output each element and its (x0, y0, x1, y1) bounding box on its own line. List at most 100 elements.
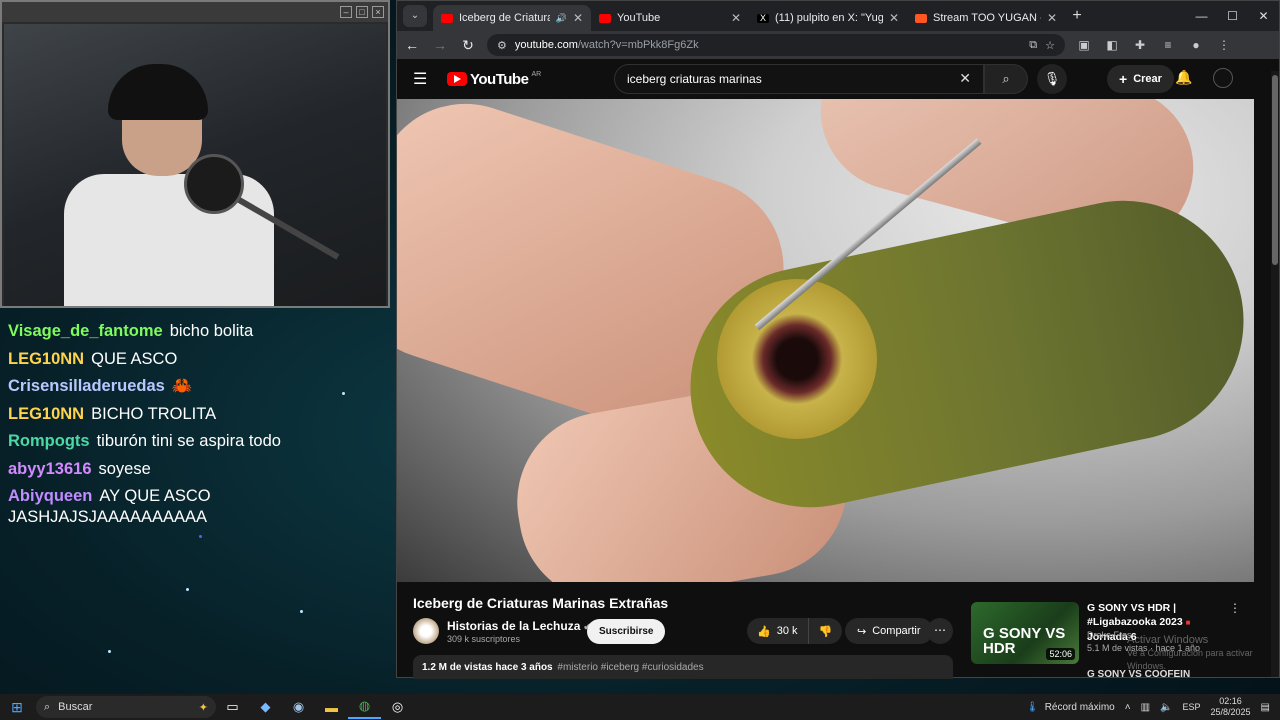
browser-menu-icon[interactable]: ⋮ (1215, 38, 1233, 52)
chrome-icon[interactable]: ◍ (348, 695, 381, 719)
create-button[interactable]: + Crear (1107, 65, 1174, 93)
webcam-overlay: – □ × (0, 0, 390, 308)
clock[interactable]: 02:16 25/8/2025 (1211, 696, 1251, 718)
stream-chat: Visage_de_fantome bicho bolita LEG10NN QUE… (8, 318, 388, 527)
related-video-title[interactable]: G SONY VS COOFEIN (1087, 669, 1190, 680)
extension-icon[interactable]: ▣ (1075, 38, 1093, 52)
notification-center-icon[interactable]: ▤ (1261, 702, 1270, 713)
youtube-favicon-icon (441, 13, 453, 23)
video-player[interactable] (397, 99, 1254, 582)
page-scrollbar[interactable] (1271, 71, 1279, 677)
language-indicator[interactable]: ESP (1182, 702, 1200, 712)
close-tab-icon[interactable]: ✕ (889, 11, 899, 25)
volume-icon[interactable]: 🔈 (1160, 702, 1172, 713)
file-explorer-icon[interactable]: ▬ (315, 700, 348, 715)
address-bar: ← → ↻ ⚙ youtube.com/watch?v=mbPkk8Fg6Zk … (397, 31, 1279, 59)
tab-youtube[interactable]: YouTube ✕ (591, 5, 749, 31)
create-label: Crear (1133, 73, 1162, 85)
plus-icon: + (1119, 71, 1128, 87)
copilot-icon[interactable]: ◆ (249, 699, 282, 715)
chat-username: LEG10NN (8, 404, 85, 423)
more-actions-button[interactable]: ⋯ (927, 618, 953, 644)
translate-icon[interactable]: ◧ (1103, 38, 1121, 52)
bookmark-star-icon[interactable]: ☆ (1045, 39, 1055, 52)
like-dislike-group: 👍 30 k 👎 (747, 618, 843, 644)
windows-start-icon[interactable]: ⊞ (2, 699, 32, 716)
chat-username: Visage_de_fantome (8, 322, 163, 340)
channel-name[interactable]: Historias de la Lechuza✔ (447, 619, 592, 633)
tab-x-post[interactable]: X (11) pulpito en X: "Yugi en un s ✕ (749, 5, 907, 31)
youtube-wordmark: YouTube (470, 70, 529, 88)
minimize-button[interactable]: — (1186, 1, 1217, 31)
profile-avatar-icon[interactable]: ● (1187, 38, 1205, 52)
webcam-titlebar: – □ × (2, 2, 388, 22)
share-arrow-icon: ↪ (857, 625, 867, 638)
chat-text: soyese (98, 459, 151, 478)
install-app-icon[interactable]: ⧉ (1029, 39, 1037, 52)
dislike-button[interactable]: 👎 (809, 625, 843, 638)
chat-message: abyy13616 soyese (8, 456, 388, 484)
media-control-icon[interactable]: ≡ (1159, 38, 1177, 52)
chat-username: Crisensilladeruedas (8, 377, 165, 395)
task-view-icon[interactable]: ▭ (216, 699, 249, 715)
puzzle-icon[interactable]: ✚ (1131, 38, 1149, 52)
related-title-text: G SONY VS HDR | #Ligabazooka 2023 (1087, 602, 1183, 628)
youtube-header: ☰ YouTube AR iceberg criaturas marinas ✕… (397, 59, 1279, 99)
description-box[interactable]: 1.2 M de vistas hace 3 años #misterio #i… (413, 655, 953, 679)
like-button[interactable]: 👍 30 k (747, 618, 809, 644)
related-video-thumbnail[interactable]: G SONY VS HDR 52:06 (971, 602, 1079, 664)
youtube-logo[interactable]: YouTube AR (447, 71, 541, 88)
forward-arrow-icon[interactable]: → (431, 37, 449, 53)
voice-search-button[interactable]: 🎙 (1037, 64, 1067, 94)
clock-date: 25/8/2025 (1210, 707, 1251, 717)
reload-icon[interactable]: ↻ (459, 37, 477, 54)
chat-text: QUE ASCO (91, 349, 178, 368)
search-value: iceberg criaturas marinas (627, 72, 762, 86)
network-icon[interactable]: ▥ (1141, 702, 1150, 713)
maximize-button[interactable]: ☐ (1217, 1, 1248, 31)
close-tab-icon[interactable]: ✕ (731, 11, 741, 25)
hashtags[interactable]: #misterio #iceberg #curiosidades (557, 662, 703, 673)
site-info-icon[interactable]: ⚙ (497, 39, 507, 52)
chat-message: Visage_de_fantome bicho bolita (8, 318, 388, 346)
background-star (300, 610, 303, 613)
channel-avatar[interactable] (413, 618, 439, 644)
tab-iceberg[interactable]: Iceberg de Criaturas Marinas 🔊 ✕ (433, 5, 591, 31)
search-button[interactable]: ⌕ (984, 64, 1028, 94)
chat-message: LEG10NN BICHO TROLITA (8, 401, 388, 429)
chat-username: Abiyqueen (8, 487, 93, 505)
share-button[interactable]: ↪ Compartir (845, 618, 933, 644)
taskbar-search[interactable]: ⌕ Buscar ✦ (36, 696, 216, 718)
subscriber-count: 309 k suscriptores (447, 634, 521, 644)
webcam-close-button[interactable]: × (372, 6, 384, 18)
webcam-minimize-button[interactable]: – (340, 6, 352, 18)
close-window-button[interactable]: ✕ (1248, 1, 1279, 31)
tab-title: Iceberg de Criaturas Marinas (459, 12, 550, 24)
related-channel-name[interactable]: Drake Fres (1087, 630, 1132, 640)
obs-icon[interactable]: ◎ (381, 699, 414, 715)
speaker-icon[interactable]: 🔊 (556, 13, 567, 24)
tab-search-button[interactable]: ⌄ (403, 5, 427, 27)
subscribe-button[interactable]: Suscribirse (587, 619, 666, 644)
thermometer-icon: 🌡 (1026, 701, 1039, 713)
notifications-bell-icon[interactable]: 🔔 (1175, 69, 1192, 86)
webcam-maximize-button[interactable]: □ (356, 6, 368, 18)
search-input[interactable]: iceberg criaturas marinas ✕ (614, 64, 984, 94)
clear-search-icon[interactable]: ✕ (959, 70, 971, 87)
close-tab-icon[interactable]: ✕ (1047, 11, 1057, 25)
new-tab-button[interactable]: + (1065, 7, 1089, 25)
back-arrow-icon[interactable]: ← (403, 37, 421, 53)
weather-widget[interactable]: 🌡 Récord máximo (1026, 702, 1115, 713)
tray-expand-icon[interactable]: ˄ (1125, 702, 1131, 713)
hamburger-menu-icon[interactable]: ☰ (413, 69, 435, 89)
chat-text: AY QUE ASCO (99, 487, 211, 505)
related-video-menu-icon[interactable]: ⋮ (1229, 601, 1241, 615)
close-tab-icon[interactable]: ✕ (573, 11, 583, 25)
microphone (184, 154, 244, 214)
scrollbar-thumb[interactable] (1272, 75, 1278, 265)
url-field[interactable]: ⚙ youtube.com/watch?v=mbPkk8Fg6Zk ⧉ ☆ (487, 34, 1065, 56)
steam-icon[interactable]: ◉ (282, 699, 315, 715)
thumbs-up-icon: 👍 (757, 625, 771, 638)
tab-stream[interactable]: Stream TOO YUGAN - WACHA ✕ (907, 5, 1065, 31)
account-avatar[interactable] (1213, 68, 1233, 88)
